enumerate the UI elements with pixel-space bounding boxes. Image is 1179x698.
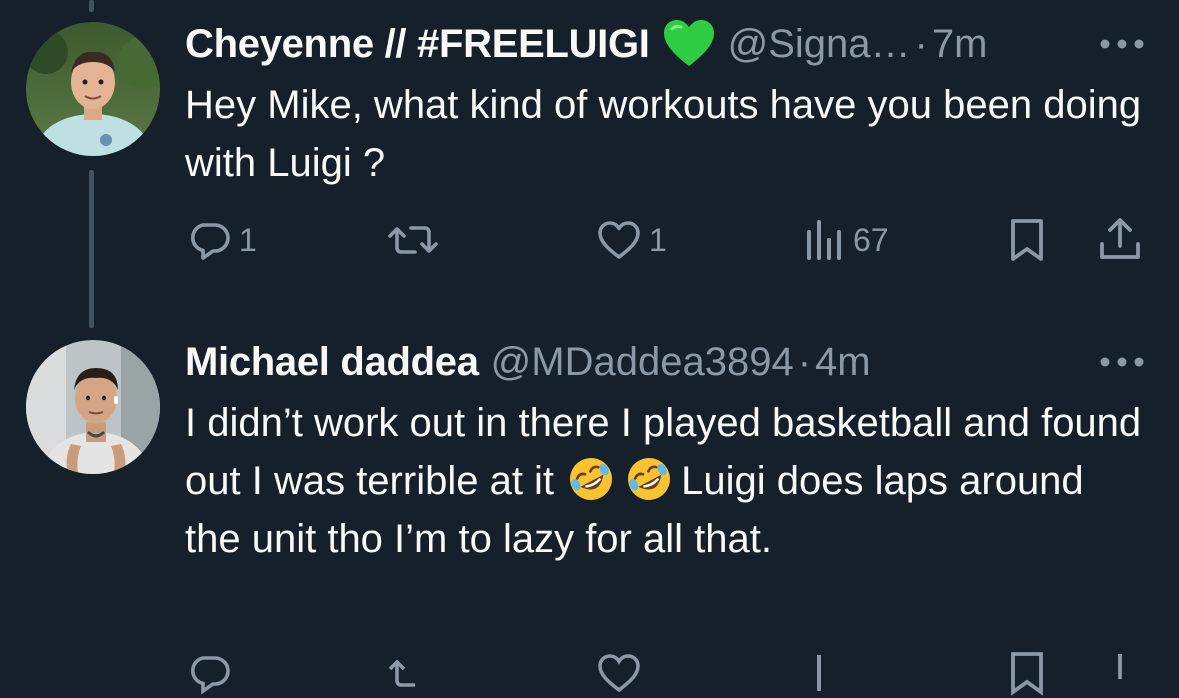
- tweet-text: Hey Mike, what kind of workouts have you…: [185, 83, 1142, 185]
- reply-count: 1: [239, 221, 257, 258]
- bookmark-icon: [1011, 219, 1043, 261]
- separator-dot: ·: [797, 339, 812, 384]
- bookmark-button[interactable]: [1005, 648, 1049, 698]
- more-options-icon[interactable]: [1097, 34, 1147, 54]
- tweet-header: Michael daddea @MDaddea3894 · 4m: [185, 336, 1159, 388]
- tweet-text: I didn’t work out in there I played bask…: [185, 394, 1149, 568]
- like-button[interactable]: 1: [595, 215, 667, 265]
- heart-icon: [598, 654, 640, 693]
- share-icon: [1100, 218, 1140, 259]
- rolling-on-floor-laughing-icon: [623, 454, 675, 504]
- bookmark-icon: [1011, 652, 1043, 696]
- analytics-icon: [807, 220, 841, 260]
- thread-connector-line: [89, 170, 94, 328]
- retweet-button[interactable]: [387, 648, 439, 698]
- retweet-button[interactable]: [387, 215, 445, 265]
- retweet-icon: [388, 659, 415, 687]
- timestamp[interactable]: 7m: [932, 22, 988, 67]
- views-count: 67: [853, 221, 889, 258]
- reply-button[interactable]: 1: [185, 215, 257, 265]
- views-button[interactable]: 67: [803, 215, 889, 265]
- display-name[interactable]: Michael daddea: [185, 340, 479, 385]
- separator-dot: ·: [914, 21, 928, 66]
- reply-icon: [190, 223, 230, 260]
- avatar-cheyenne[interactable]: [26, 22, 160, 156]
- user-handle[interactable]: @MDaddea3894: [491, 340, 794, 385]
- reply-icon: [190, 656, 230, 695]
- analytics-icon: [817, 655, 821, 691]
- share-button[interactable]: [1097, 648, 1143, 698]
- more-options-icon[interactable]: [1097, 352, 1147, 372]
- user-handle[interactable]: @Signa…: [728, 22, 911, 67]
- share-button[interactable]: [1097, 215, 1143, 265]
- tweet-actions: 1 1 67: [185, 215, 1155, 265]
- share-icon: [1118, 654, 1122, 679]
- thread-line-top: [89, 0, 94, 12]
- like-count: 1: [649, 221, 667, 258]
- timestamp[interactable]: 4m: [815, 340, 871, 385]
- tweet-header: Cheyenne // #FREELUIGI @Signa… · 7m: [185, 18, 1159, 70]
- views-button[interactable]: [803, 648, 847, 698]
- like-button[interactable]: [595, 648, 643, 698]
- heart-icon: [598, 221, 640, 259]
- avatar-michael[interactable]: [26, 340, 160, 474]
- tweet-actions-partial: [185, 648, 1155, 698]
- reply-button[interactable]: [185, 648, 233, 698]
- retweet-icon: [388, 226, 438, 254]
- bookmark-button[interactable]: [1005, 215, 1049, 265]
- green-heart-icon: [662, 19, 716, 69]
- display-name[interactable]: Cheyenne // #FREELUIGI: [185, 22, 650, 67]
- rolling-on-floor-laughing-icon: [565, 454, 617, 504]
